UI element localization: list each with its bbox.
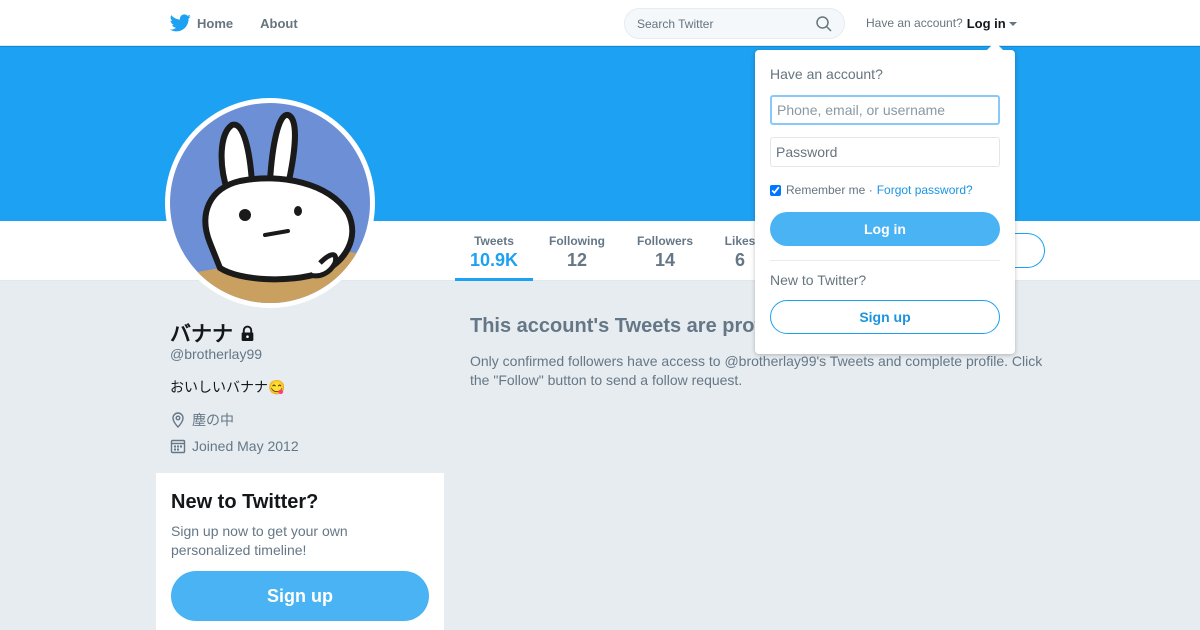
stat-following[interactable]: Following 12 (544, 221, 610, 281)
location-pin-icon (172, 412, 184, 428)
stat-followers[interactable]: Followers 14 (632, 221, 698, 281)
search-icon[interactable] (816, 16, 832, 32)
profile-location-text: 塵の中 (192, 412, 234, 428)
login-button[interactable]: Log in (770, 212, 1000, 246)
remember-row: Remember me · Forgot password? (770, 183, 973, 197)
profile-joined-text: Joined May 2012 (192, 438, 299, 454)
dropdown-title: Have an account? (770, 66, 883, 82)
stat-tweets-label: Tweets (474, 234, 514, 248)
nav-about-label: About (260, 15, 298, 31)
twitter-bird-icon (170, 14, 191, 32)
remember-checkbox[interactable] (770, 184, 781, 196)
signup-card-text: Sign up now to get your own personalized… (171, 523, 348, 558)
avatar[interactable] (165, 98, 375, 308)
stat-following-value: 12 (566, 250, 588, 270)
stat-likes-label: Likes (724, 234, 756, 248)
stat-likes[interactable]: Likes 6 (720, 221, 760, 281)
login-area: Have an account? Log in (866, 0, 1017, 46)
lock-icon (241, 325, 254, 341)
protected-title: This account's Tweets are protected. (470, 315, 760, 337)
remember-label: Remember me · (786, 183, 873, 197)
nav-about[interactable]: About (260, 16, 298, 31)
nav-left: Home About (170, 0, 325, 46)
dropdown-caret (987, 42, 1003, 50)
stat-followers-value: 14 (654, 250, 676, 270)
dropdown-new-text: New to Twitter? (770, 272, 867, 288)
caret-down-icon (1008, 22, 1017, 26)
nav-home[interactable]: Home (170, 14, 233, 32)
rabbit-avatar-icon (170, 103, 370, 303)
stat-tweets-value: 10.9K (469, 250, 519, 270)
profile-location: 塵の中 (170, 410, 234, 430)
avatar-image (170, 103, 370, 303)
search-box (624, 8, 845, 39)
login-toggle-label: Log in (966, 15, 1006, 31)
have-account-text: Have an account? (866, 16, 963, 30)
login-toggle[interactable]: Log in (967, 16, 1017, 31)
stat-following-label: Following (549, 234, 605, 248)
forgot-password-link[interactable]: Forgot password? (877, 183, 973, 197)
protected-body: Only confirmed followers have access to … (470, 353, 1043, 388)
stat-likes-value: 6 (734, 250, 745, 270)
stat-followers-label: Followers (636, 234, 693, 248)
profile-name-text: バナナ (170, 323, 233, 346)
profile-handle[interactable]: @brotherlay99 (170, 346, 262, 362)
username-field[interactable] (770, 95, 1000, 125)
nav-home-label: Home (197, 15, 234, 31)
signup-card: New to Twitter? Sign up now to get your … (156, 473, 444, 630)
profile-bio: おいしいバナナ😋 (170, 379, 286, 395)
calendar-icon (170, 439, 186, 454)
dropdown-signup-button[interactable]: Sign up (770, 300, 1000, 334)
profile-joined: Joined May 2012 (170, 438, 299, 454)
password-field[interactable] (770, 137, 1000, 167)
search-input[interactable] (625, 9, 805, 38)
profile-name: バナナ (170, 318, 256, 348)
top-navigation: Home About Have an account? Log in (0, 0, 1200, 46)
stat-tweets[interactable]: Tweets 10.9K (455, 221, 533, 281)
signup-card-title: New to Twitter? (171, 491, 319, 513)
signup-button[interactable]: Sign up (171, 571, 429, 621)
login-dropdown: Have an account? Remember me · Forgot pa… (755, 42, 1015, 354)
dropdown-divider (770, 260, 1000, 261)
